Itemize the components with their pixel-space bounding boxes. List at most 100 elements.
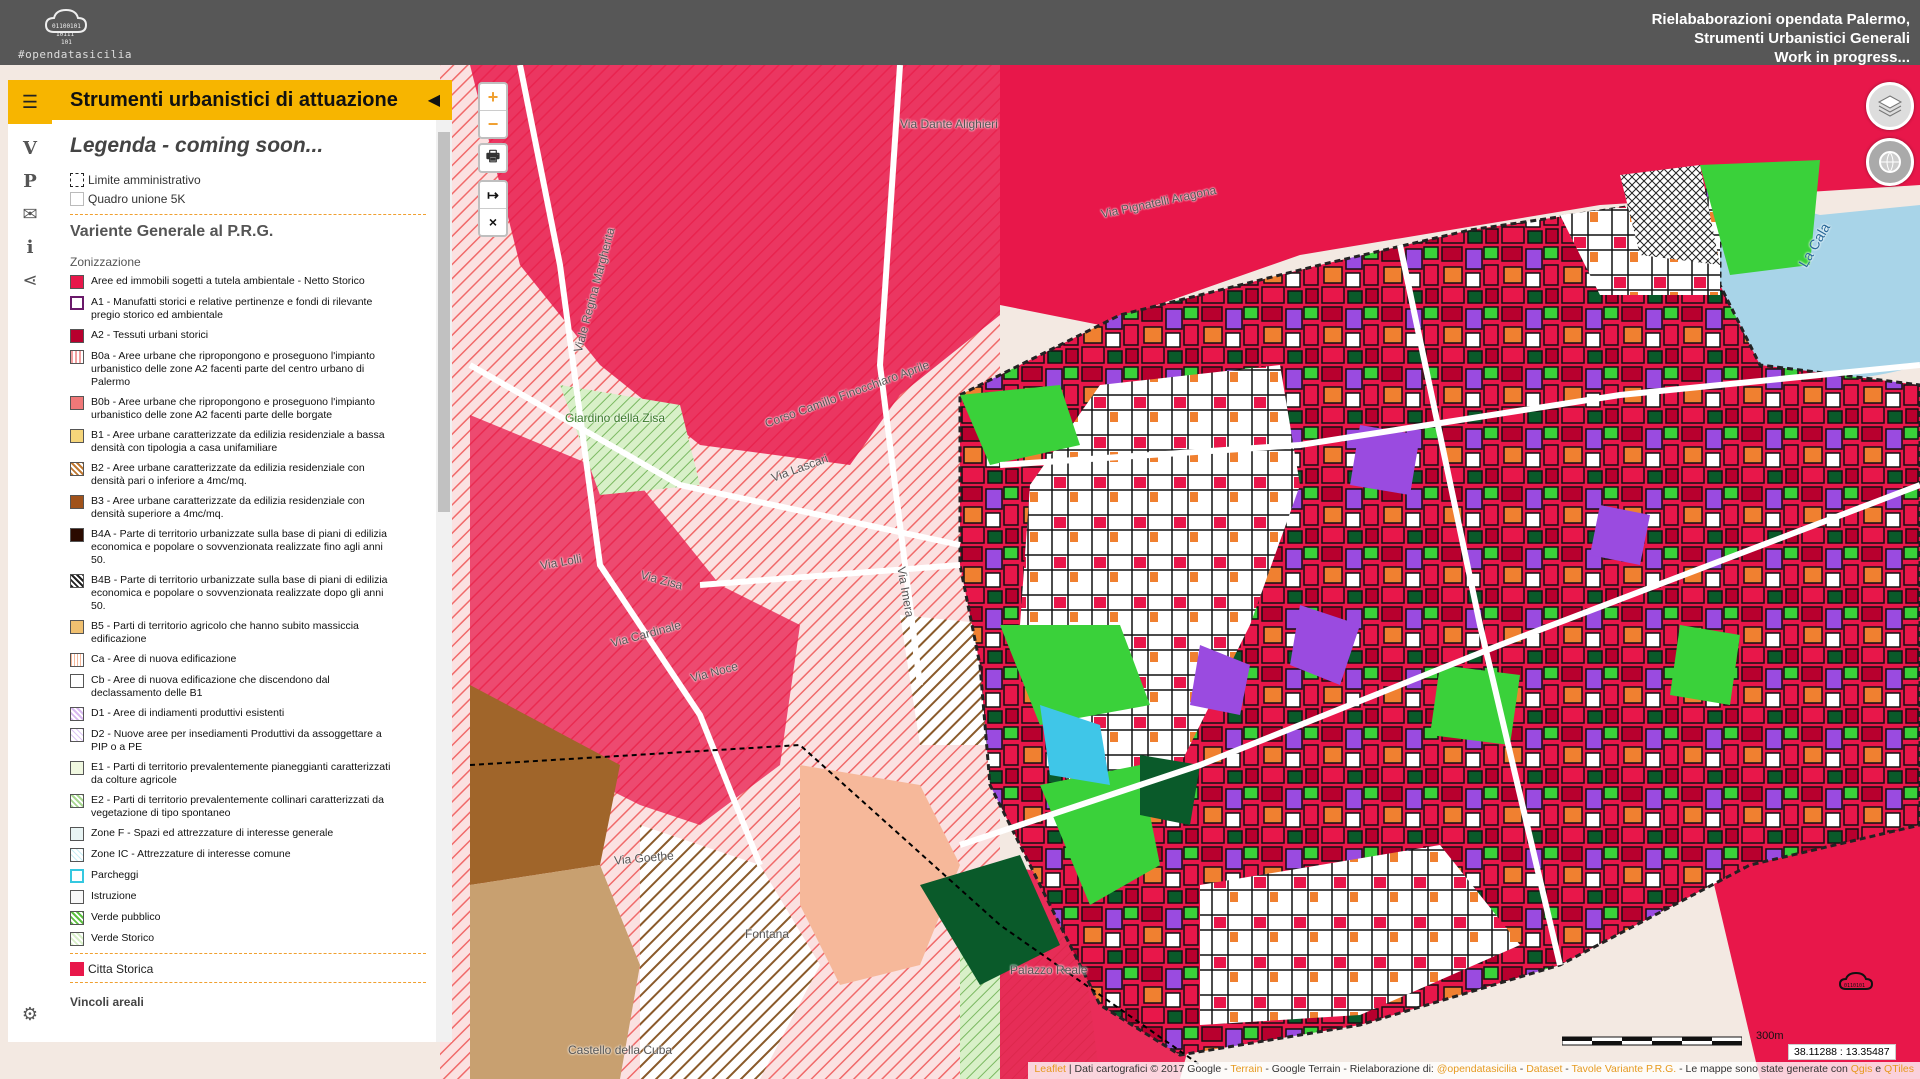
opendatasicilia-map-logo[interactable]: 0110101 (1826, 965, 1886, 1005)
scale-label: 300m (1756, 1030, 1784, 1042)
panel-title: Strumenti urbanistici di attuazione (70, 88, 398, 111)
qtiles-link[interactable]: QTiles (1884, 1063, 1914, 1075)
legend-swatch (70, 848, 84, 862)
zoom-out-button[interactable]: − (480, 110, 506, 137)
legend-base-label: Limite amministrativo (88, 172, 201, 187)
legend-item: Aree ed immobili sogetti a tutela ambien… (70, 275, 436, 289)
attribution-text: - Le mappe sono state generate con (1676, 1063, 1851, 1075)
legend-item: B0a - Aree urbane che ripropongono e pro… (70, 350, 436, 389)
legend-swatch (70, 869, 84, 883)
legend-list: Aree ed immobili sogetti a tutela ambien… (70, 275, 436, 946)
legend-swatch (70, 932, 84, 946)
legend-swatch (70, 761, 84, 775)
white-swatch (70, 191, 84, 206)
legend-swatch (70, 296, 84, 310)
legend-swatch (70, 911, 84, 925)
street-label: Via Dante Alighieri (900, 117, 998, 131)
legend-label: B2 - Aree urbane caratterizzate da edili… (91, 462, 365, 487)
panel-header: Strumenti urbanistici di attuazione ◀ (52, 80, 452, 120)
header-title-line-2: Strumenti Urbanistici Generali (1694, 30, 1910, 47)
qgis-link[interactable]: Qgis (1851, 1063, 1873, 1075)
legend-item: B1 - Aree urbane caratterizzate da edili… (70, 429, 436, 455)
top-header: 01100101 10111 101 #opendatasicilia Riel… (0, 0, 1920, 67)
legend-item: B5 - Parti di territorio agricolo che ha… (70, 620, 436, 646)
attribution-text: - (1562, 1063, 1572, 1075)
poi-label: Castello della Cuba (568, 1043, 673, 1057)
legend-item: D1 - Aree di indiamenti produttivi esist… (70, 707, 436, 721)
layers-icon[interactable] (1866, 82, 1914, 130)
print-icon[interactable]: 🖶 (480, 145, 506, 171)
legend-swatch (70, 429, 84, 443)
dashed-border-swatch (70, 172, 84, 187)
citta-storica-row[interactable]: Citta Storica (70, 962, 436, 976)
tavole-link[interactable]: Tavole Variante P.R.G. (1572, 1063, 1677, 1075)
legend-label: B5 - Parti di territorio agricolo che ha… (91, 620, 359, 645)
legend-swatch (70, 350, 84, 364)
legend-swatch (70, 574, 84, 588)
legend-item: Verde pubblico (70, 911, 436, 925)
attribution-text: - (1516, 1063, 1527, 1075)
dataset-link[interactable]: Dataset (1526, 1063, 1562, 1075)
legend-label: A2 - Tessuti urbani storici (91, 329, 209, 341)
legend-swatch (70, 275, 84, 289)
leaflet-link[interactable]: Leaflet (1034, 1063, 1066, 1075)
coordinates-readout: 38.11288 : 13.35487 (1788, 1044, 1896, 1060)
share-icon[interactable]: ⋖ (8, 262, 52, 298)
scrollbar-thumb[interactable] (438, 132, 450, 512)
tab-p[interactable]: P (8, 163, 52, 199)
legend-item: Istruzione (70, 890, 436, 904)
legend-swatch (70, 728, 84, 742)
legend-label: B1 - Aree urbane caratterizzate da edili… (91, 429, 385, 454)
info-icon[interactable]: i (8, 229, 52, 265)
clear-measure-icon[interactable]: × (480, 208, 506, 235)
envelope-icon[interactable]: ✉ (8, 196, 52, 232)
legend-item: B4A - Parte di territorio urbanizzate su… (70, 528, 436, 567)
legend-item: A1 - Manufatti storici e relative pertin… (70, 296, 436, 322)
legend-label: B4A - Parte di territorio urbanizzate su… (91, 528, 387, 566)
legend-swatch (70, 674, 84, 688)
legend-swatch (70, 462, 84, 476)
legend-base-label: Quadro unione 5K (88, 191, 186, 206)
legend-label: Verde Storico (91, 932, 155, 944)
legend-item: Verde Storico (70, 932, 436, 946)
legend-swatch (70, 794, 84, 808)
legend-swatch (70, 329, 84, 343)
collapse-panel-icon[interactable]: ◀ (428, 90, 440, 110)
legend-label: Ca - Aree di nuova edificazione (91, 653, 237, 665)
legend-label: B0a - Aree urbane che ripropongono e pro… (91, 350, 375, 388)
red-swatch (70, 962, 84, 976)
legend-label: B0b - Aree urbane che ripropongono e pro… (91, 396, 375, 421)
legend-swatch (70, 620, 84, 634)
globe-icon[interactable] (1866, 138, 1914, 186)
terrain-link[interactable]: Terrain (1230, 1063, 1262, 1075)
park-label: Giardino della Zisa (565, 411, 666, 425)
legend-label: Parcheggi (91, 869, 139, 881)
legend-item: B0b - Aree urbane che ripropongono e pro… (70, 396, 436, 422)
legend-swatch (70, 396, 84, 410)
menu-icon[interactable]: ☰ (8, 80, 52, 124)
divider (70, 953, 426, 954)
zoom-in-button[interactable]: + (480, 84, 506, 110)
svg-text:10111: 10111 (56, 31, 74, 38)
panel-scrollbar[interactable] (436, 120, 452, 1042)
legend-label: B4B - Parte di territorio urbanizzate su… (91, 574, 388, 612)
legend-label: Verde pubblico (91, 911, 161, 923)
legend-swatch (70, 528, 84, 542)
legend-item: B2 - Aree urbane caratterizzate da edili… (70, 462, 436, 488)
attribution-text: - Google Terrain - Rielaborazione di: (1262, 1063, 1437, 1075)
svg-text:01100101: 01100101 (52, 23, 81, 30)
header-title: Rielababorazioni opendata Palermo, Strum… (1652, 10, 1910, 67)
measure-control: ↦ × (478, 180, 508, 237)
section-title: Variente Generale al P.R.G. (70, 223, 274, 240)
opendatasicilia-link[interactable]: @opendatasicilia (1437, 1063, 1517, 1075)
logo-text: #opendatasicilia (18, 48, 132, 61)
gear-icon[interactable]: ⚙ (8, 996, 52, 1032)
legend-item: Zone F - Spazi ed attrezzature di intere… (70, 827, 436, 841)
legend-label: Cb - Aree di nuova edificazione che disc… (91, 674, 330, 699)
legend-item: E2 - Parti di territorio prevalentemente… (70, 794, 436, 820)
legend-item: A2 - Tessuti urbani storici (70, 329, 436, 343)
measure-icon[interactable]: ↦ (480, 182, 506, 208)
map-attribution: Leaflet | Dati cartografici © 2017 Googl… (1028, 1062, 1920, 1079)
divider (70, 982, 426, 983)
tab-v[interactable]: V (8, 130, 52, 166)
